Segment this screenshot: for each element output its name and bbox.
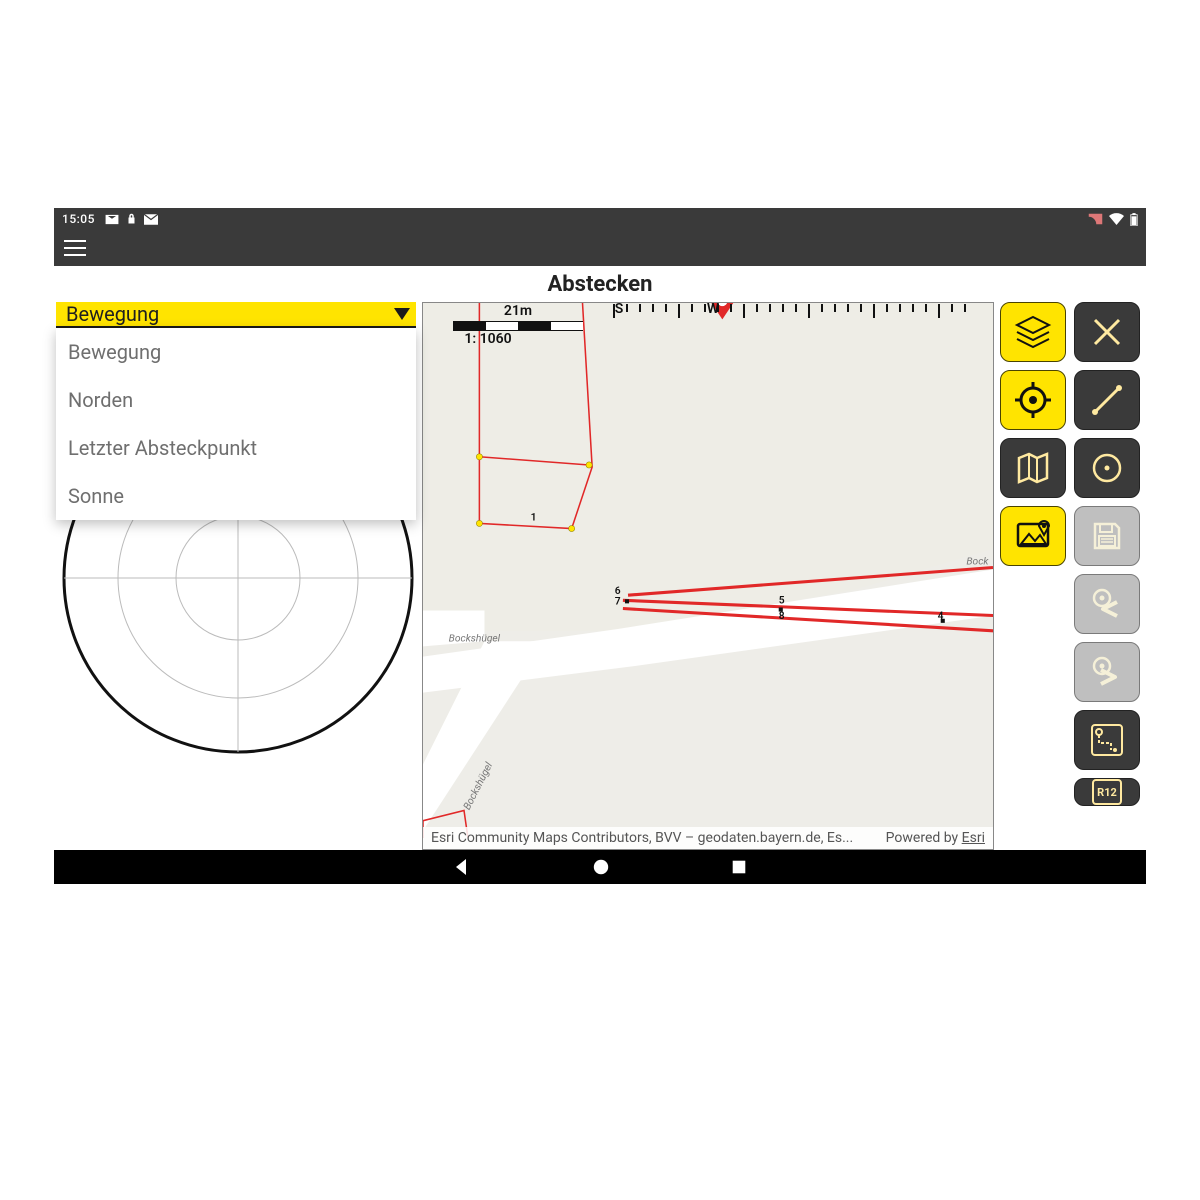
status-time: 15:05 [62,212,95,226]
close-button[interactable] [1074,302,1140,362]
attribution-text: Esri Community Maps Contributors, BVV – … [431,830,853,846]
menu-button[interactable] [64,240,86,256]
cast-icon [1088,213,1103,225]
layers-button[interactable] [1000,302,1066,362]
esri-link[interactable]: Esri [962,830,985,846]
scale-bar: 21m 1: 1060 [453,303,583,347]
back-icon[interactable] [452,857,472,877]
left-panel: Bewegung Bewegung Norden Letzter Absteck… [54,302,422,850]
chevron-down-icon [394,308,410,320]
status-icons-left [105,213,158,225]
stake-prev-button[interactable] [1074,574,1140,634]
status-icons-right [1088,213,1138,226]
dropdown-option[interactable]: Norden [56,376,416,424]
point-label: 8 [779,609,785,622]
heading-ruler: S W [613,304,991,320]
dropdown-list: Bewegung Norden Letzter Absteckpunkt Son… [56,328,416,520]
point-label: 4 [938,609,944,622]
map-attribution: Esri Community Maps Contributors, BVV – … [423,827,993,849]
orientation-dropdown[interactable]: Bewegung [56,302,416,330]
map-panel: 1 6 7 5 8 4 Bockshügel Bockshügel Bock [422,302,994,850]
lock-icon [127,213,136,225]
heading-letter: S [615,302,624,317]
recents-icon[interactable] [730,858,748,876]
street-label: Bock [966,554,989,567]
geotag-button[interactable] [1000,506,1066,566]
scale-ratio: 1: 1060 [423,331,553,347]
point-label: 5 [779,593,785,606]
overflow-button[interactable]: R12 [1074,778,1140,806]
gmail-icon [105,214,119,225]
compass-radar [54,528,422,850]
dropdown-option[interactable]: Letzter Absteckpunkt [56,424,416,472]
android-status-bar: 15:05 [54,208,1146,230]
scale-distance: 21m [453,303,583,319]
wifi-icon [1109,213,1124,225]
stake-next-button[interactable] [1074,642,1140,702]
line-tool-button[interactable] [1074,370,1140,430]
battery-icon [1130,213,1138,226]
street-label: Bockshügel [449,631,501,644]
map-toolbar: R12 [1000,302,1146,850]
locate-button[interactable] [1000,370,1066,430]
point-label: 1 [531,510,537,523]
map-view[interactable]: 1 6 7 5 8 4 Bockshügel Bockshügel Bock [422,302,994,850]
dropdown-selected: Bewegung [66,302,159,326]
android-nav-bar [54,850,1146,884]
home-icon[interactable] [592,858,610,876]
dropdown-option[interactable]: Sonne [56,472,416,520]
powered-by-text: Powered by [886,830,959,846]
page-title: Abstecken [54,266,1146,301]
save-button[interactable] [1074,506,1140,566]
mail-icon [144,214,158,225]
svg-text:R12: R12 [1097,786,1117,799]
routing-button[interactable] [1074,710,1140,770]
dropdown-option[interactable]: Bewegung [56,328,416,376]
app-bar [54,230,1146,266]
basemap-button[interactable] [1000,438,1066,498]
point-label: 7 [615,594,621,607]
circle-tool-button[interactable] [1074,438,1140,498]
